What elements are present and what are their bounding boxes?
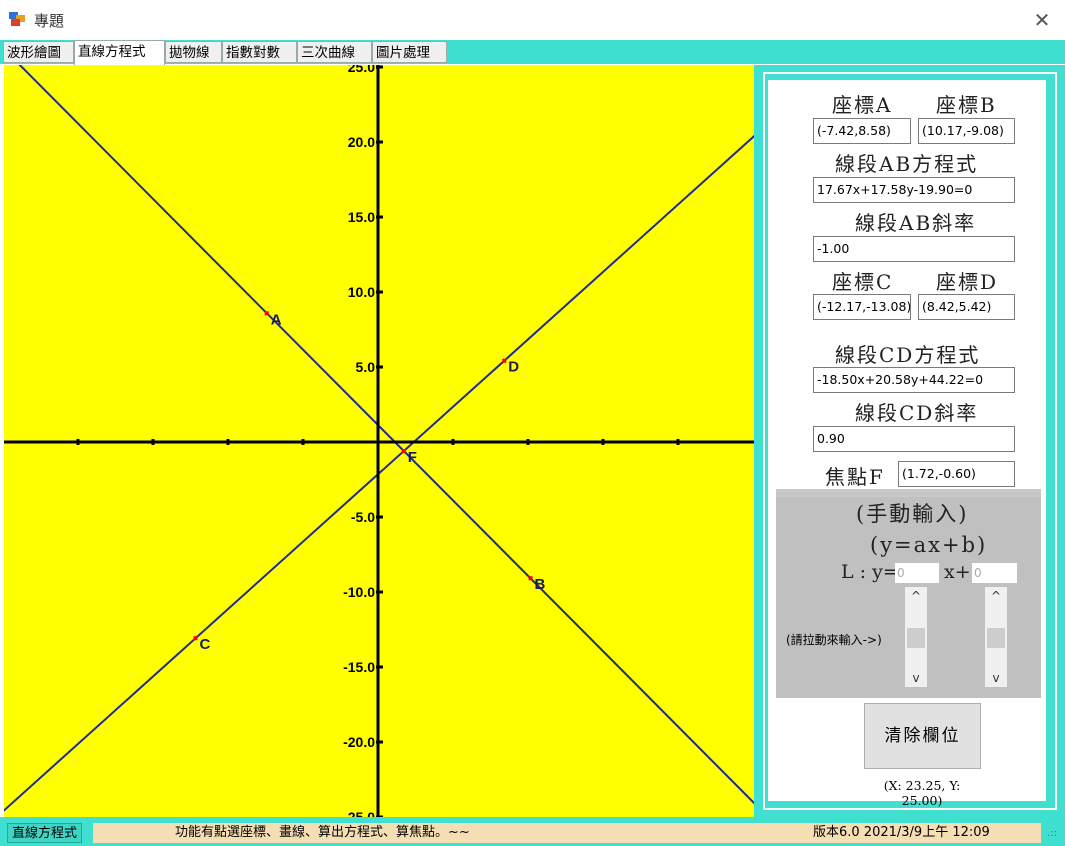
ab-equation-field[interactable]: 17.67x+17.58y-19.90=0 <box>813 177 1015 203</box>
point-F <box>401 449 406 453</box>
clear-fields-button[interactable]: 清除欄位 <box>864 703 981 769</box>
scroll-up-icon[interactable]: ^ <box>985 587 1007 605</box>
status-mode: 直線方程式 <box>7 823 83 843</box>
point-D <box>502 358 507 363</box>
status-version: 版本6.0 2021/3/9上午 12:09 <box>809 823 1041 843</box>
manual-formula: (y=ax+b) <box>870 533 988 557</box>
tab-cubic[interactable]: 三次曲線 <box>297 41 372 63</box>
scroll-down-icon[interactable]: v <box>905 669 927 687</box>
cursor-coordinate: (X: 23.25, Y: 25.00) <box>883 778 961 808</box>
label-focus: 焦點F <box>825 465 885 489</box>
point-label-B: B <box>535 576 546 593</box>
slope-scrollbar[interactable]: ^ v <box>905 587 927 687</box>
scroll-thumb[interactable] <box>907 628 925 648</box>
label-ab-equation: 線段AB方程式 <box>835 152 979 176</box>
y-tick-label: -15.0 <box>343 659 375 675</box>
point-B <box>528 576 533 581</box>
y-tick-label: -10.0 <box>343 584 375 600</box>
graph-canvas[interactable]: 25.0 20.0 15.0 10.0 5.0 -5.0 -10.0 -15.0 -20.0 -2… <box>4 65 754 817</box>
manual-title: (手動輸入) <box>856 502 969 526</box>
y-tick-label: 10.0 <box>348 284 375 300</box>
label-coord-c: 座標C <box>832 270 894 294</box>
cd-equation-field[interactable]: -18.50x+20.58y+44.22=0 <box>813 367 1015 393</box>
point-label-F: F <box>408 449 417 466</box>
y-tick-label: 5.0 <box>356 359 376 375</box>
label-coord-a: 座標A <box>832 93 893 117</box>
scroll-thumb[interactable] <box>987 628 1005 648</box>
intercept-scrollbar[interactable]: ^ v <box>985 587 1007 687</box>
coord-b-field[interactable]: (10.17,-9.08) <box>918 118 1015 144</box>
coord-c-field[interactable]: (-12.17,-13.08) <box>813 294 911 320</box>
label-cd-slope: 線段CD斜率 <box>855 401 979 425</box>
label-coord-b: 座標B <box>936 93 997 117</box>
tab-parabola[interactable]: 拋物線 <box>165 41 222 63</box>
tab-image-processing[interactable]: 圖片處理 <box>372 41 447 63</box>
coord-d-field[interactable]: (8.42,5.42) <box>918 294 1015 320</box>
close-button[interactable]: ✕ <box>1027 6 1057 34</box>
coord-a-field[interactable]: (-7.42,8.58) <box>813 118 911 144</box>
label-ab-slope: 線段AB斜率 <box>855 211 977 235</box>
focus-field[interactable]: (1.72,-0.60) <box>898 461 1015 487</box>
app-icon <box>9 12 25 26</box>
close-icon: ✕ <box>1033 8 1051 32</box>
label-cd-equation: 線段CD方程式 <box>835 343 981 367</box>
y-tick-label: 20.0 <box>348 134 375 150</box>
label-coord-d: 座標D <box>936 270 999 294</box>
window-title: 專題 <box>34 12 65 30</box>
point-C <box>193 636 198 641</box>
y-tick-label: 25.0 <box>348 65 375 75</box>
tab-linear-equation[interactable]: 直線方程式 <box>74 40 165 65</box>
y-tick-label: -5.0 <box>351 509 375 525</box>
point-label-C: C <box>199 636 210 653</box>
manual-separator <box>776 489 1041 497</box>
plot-svg[interactable]: 25.0 20.0 15.0 10.0 5.0 -5.0 -10.0 -15.0 -20.0 -2… <box>4 65 754 817</box>
title-bar: 專題 ✕ <box>0 0 1065 40</box>
resize-grip-icon[interactable]: .:: <box>1047 828 1057 839</box>
tab-exp-log[interactable]: 指數對數 <box>222 41 297 63</box>
point-label-D: D <box>508 359 519 376</box>
y-tick-label: -25.0 <box>343 809 375 817</box>
status-message: 功能有點選座標、畫線、算出方程式、算焦點。~~ <box>93 823 809 843</box>
manual-hint: (請拉動來輸入->) <box>786 633 882 647</box>
scroll-down-icon[interactable]: v <box>985 669 1007 687</box>
cd-slope-field[interactable]: 0.90 <box>813 426 1015 452</box>
tab-strip: 波形繪圖 直線方程式 拋物線 指數對數 三次曲線 圖片處理 <box>0 40 1065 65</box>
intercept-input[interactable]: 0 <box>972 563 1017 583</box>
manual-line-mid: x+ <box>944 561 971 583</box>
manual-line-prefix: L : y= <box>841 561 899 583</box>
point-label-A: A <box>271 311 282 328</box>
slope-input[interactable]: 0 <box>895 563 939 583</box>
tab-waveform[interactable]: 波形繪圖 <box>3 41 74 63</box>
y-tick-label: 15.0 <box>348 209 375 225</box>
point-A <box>264 311 269 316</box>
scroll-up-icon[interactable]: ^ <box>905 587 927 605</box>
y-tick-label: -20.0 <box>343 734 375 750</box>
ab-slope-field[interactable]: -1.00 <box>813 236 1015 262</box>
